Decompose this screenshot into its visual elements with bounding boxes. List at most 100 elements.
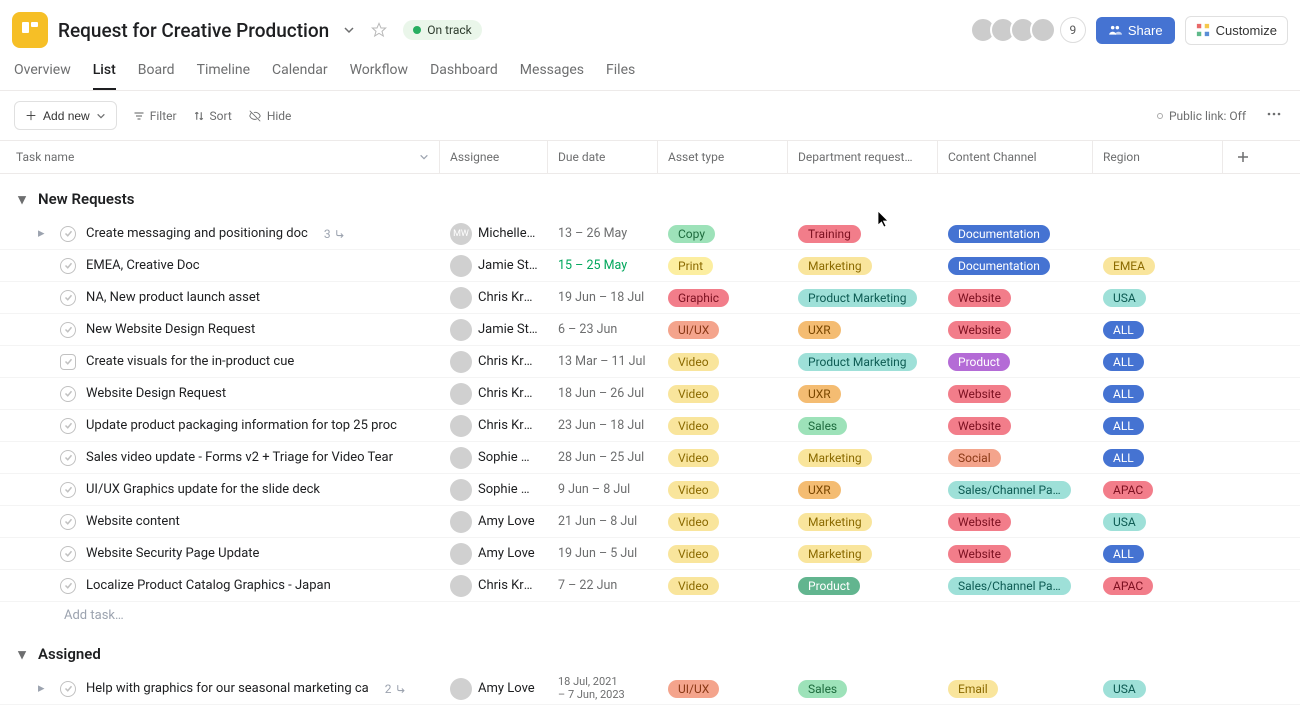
col-task-name[interactable]: Task name xyxy=(0,141,440,173)
add-column-button[interactable] xyxy=(1223,141,1263,173)
task-title[interactable]: Website Security Page Update xyxy=(86,546,259,561)
assignee-cell[interactable]: Amy Love xyxy=(440,538,548,569)
complete-checkbox[interactable] xyxy=(60,681,76,697)
channel-tag[interactable]: Documentation xyxy=(948,257,1050,275)
due-date[interactable]: 21 Jun – 8 Jul xyxy=(548,506,658,537)
task-title[interactable]: Update product packaging information for… xyxy=(86,418,397,433)
assignee-cell[interactable]: Chris Krutz… xyxy=(440,410,548,441)
assignee-cell[interactable]: Chris Krutz… xyxy=(440,346,548,377)
assignee-cell[interactable]: Chris Krutz… xyxy=(440,378,548,409)
add-task-input[interactable]: Add task… xyxy=(0,602,1300,629)
more-menu-button[interactable] xyxy=(1262,106,1286,126)
department-tag[interactable]: Training xyxy=(798,225,861,243)
asset-type-tag[interactable]: Video xyxy=(668,577,719,595)
asset-type-tag[interactable]: Video xyxy=(668,417,719,435)
department-tag[interactable]: UXR xyxy=(798,385,841,403)
channel-tag[interactable]: Email xyxy=(948,680,998,698)
col-asset-type[interactable]: Asset type xyxy=(658,141,788,173)
asset-type-tag[interactable]: Video xyxy=(668,513,719,531)
asset-type-tag[interactable]: Print xyxy=(668,257,713,275)
complete-checkbox[interactable] xyxy=(60,578,76,594)
due-date[interactable]: 7 – 22 Jun xyxy=(548,570,658,601)
asset-type-tag[interactable]: UI/UX xyxy=(668,321,719,339)
due-date[interactable]: 18 Jun – 26 Jul xyxy=(548,378,658,409)
complete-checkbox[interactable] xyxy=(60,226,76,242)
channel-tag[interactable]: Website xyxy=(948,417,1011,435)
channel-tag[interactable]: Website xyxy=(948,513,1011,531)
tab-board[interactable]: Board xyxy=(138,62,175,90)
col-department[interactable]: Department request… xyxy=(788,141,938,173)
task-row[interactable]: Localize Product Catalog Graphics - Japa… xyxy=(0,570,1300,602)
asset-type-tag[interactable]: Graphic xyxy=(668,289,729,307)
channel-tag[interactable]: Website xyxy=(948,545,1011,563)
due-date[interactable]: 23 Jun – 18 Jul xyxy=(548,410,658,441)
due-date[interactable]: 13 Mar – 11 Jul xyxy=(548,346,658,377)
complete-checkbox[interactable] xyxy=(60,290,76,306)
tab-overview[interactable]: Overview xyxy=(14,62,71,90)
complete-checkbox[interactable] xyxy=(60,482,76,498)
complete-checkbox[interactable] xyxy=(60,354,76,370)
task-title[interactable]: Sales video update - Forms v2 + Triage f… xyxy=(86,450,393,465)
asset-type-tag[interactable]: Video xyxy=(668,481,719,499)
asset-type-tag[interactable]: UI/UX xyxy=(668,680,719,698)
task-row[interactable]: Sales video update - Forms v2 + Triage f… xyxy=(0,442,1300,474)
add-new-button[interactable]: ＋ Add new xyxy=(14,101,117,130)
complete-checkbox[interactable] xyxy=(60,418,76,434)
col-region[interactable]: Region xyxy=(1093,141,1223,173)
sort-button[interactable]: Sort xyxy=(193,109,232,123)
asset-type-tag[interactable]: Copy xyxy=(668,225,715,243)
share-button[interactable]: Share xyxy=(1096,17,1175,44)
col-due-date[interactable]: Due date xyxy=(548,141,658,173)
due-date[interactable]: 6 – 23 Jun xyxy=(548,314,658,345)
region-tag[interactable]: USA xyxy=(1103,680,1146,698)
region-tag[interactable]: USA xyxy=(1103,289,1146,307)
channel-tag[interactable]: Sales/Channel Pa… xyxy=(948,481,1071,499)
task-row[interactable]: Website content Amy Love 21 Jun – 8 Jul … xyxy=(0,506,1300,538)
region-tag[interactable]: USA xyxy=(1103,513,1146,531)
department-tag[interactable]: Marketing xyxy=(798,449,872,467)
complete-checkbox[interactable] xyxy=(60,546,76,562)
expand-subtasks-icon[interactable]: ▸ xyxy=(38,226,50,241)
tab-list[interactable]: List xyxy=(93,62,116,90)
due-date[interactable]: 13 – 26 May xyxy=(548,218,658,249)
assignee-cell[interactable]: Jamie Staples xyxy=(440,250,548,281)
assignee-cell[interactable]: Amy Love xyxy=(440,673,548,704)
due-date[interactable]: 19 Jun – 5 Jul xyxy=(548,538,658,569)
task-row[interactable]: ▸ Help with graphics for our seasonal ma… xyxy=(0,673,1300,705)
avatar-overflow-count[interactable]: 9 xyxy=(1060,17,1086,43)
asset-type-tag[interactable]: Video xyxy=(668,353,719,371)
region-tag[interactable]: ALL xyxy=(1103,321,1144,339)
complete-checkbox[interactable] xyxy=(60,386,76,402)
section-new-requests[interactable]: ▾ New Requests xyxy=(0,174,1300,218)
department-tag[interactable]: UXR xyxy=(798,481,841,499)
task-title[interactable]: Create visuals for the in-product cue xyxy=(86,354,294,369)
task-title[interactable]: Create messaging and positioning doc xyxy=(86,226,308,241)
task-row[interactable]: Create visuals for the in-product cue Ch… xyxy=(0,346,1300,378)
department-tag[interactable]: Product Marketing xyxy=(798,353,917,371)
tab-dashboard[interactable]: Dashboard xyxy=(430,62,498,90)
region-tag[interactable]: ALL xyxy=(1103,545,1144,563)
assignee-cell[interactable]: Sophie Cha… xyxy=(440,442,548,473)
assignee-cell[interactable]: MW Michelle We… xyxy=(440,218,548,249)
due-date[interactable]: 28 Jun – 25 Jul xyxy=(548,442,658,473)
region-tag[interactable]: APAC xyxy=(1103,481,1153,499)
task-row[interactable]: EMEA, Creative Doc Jamie Staples 15 – 25… xyxy=(0,250,1300,282)
complete-checkbox[interactable] xyxy=(60,514,76,530)
assignee-cell[interactable]: Chris Krutz… xyxy=(440,282,548,313)
expand-subtasks-icon[interactable]: ▸ xyxy=(38,681,50,696)
region-tag[interactable]: ALL xyxy=(1103,385,1144,403)
task-row[interactable]: Website Security Page Update Amy Love 19… xyxy=(0,538,1300,570)
assignee-cell[interactable]: Chris Krutz… xyxy=(440,570,548,601)
asset-type-tag[interactable]: Video xyxy=(668,545,719,563)
region-tag[interactable]: EMEA xyxy=(1103,257,1155,275)
channel-tag[interactable]: Sales/Channel Pa… xyxy=(948,577,1071,595)
due-date[interactable]: 9 Jun – 8 Jul xyxy=(548,474,658,505)
due-date[interactable]: 15 – 25 May xyxy=(548,250,658,281)
task-row[interactable]: UI/UX Graphics update for the slide deck… xyxy=(0,474,1300,506)
task-row[interactable]: Website Design Request Chris Krutz… 18 J… xyxy=(0,378,1300,410)
department-tag[interactable]: Sales xyxy=(798,680,847,698)
due-date[interactable]: 18 Jul, 2021– 7 Jun, 2023 xyxy=(548,673,658,704)
assignee-cell[interactable]: Jamie Staples xyxy=(440,314,548,345)
assignee-cell[interactable]: Sophie Cha… xyxy=(440,474,548,505)
col-content-channel[interactable]: Content Channel xyxy=(938,141,1093,173)
